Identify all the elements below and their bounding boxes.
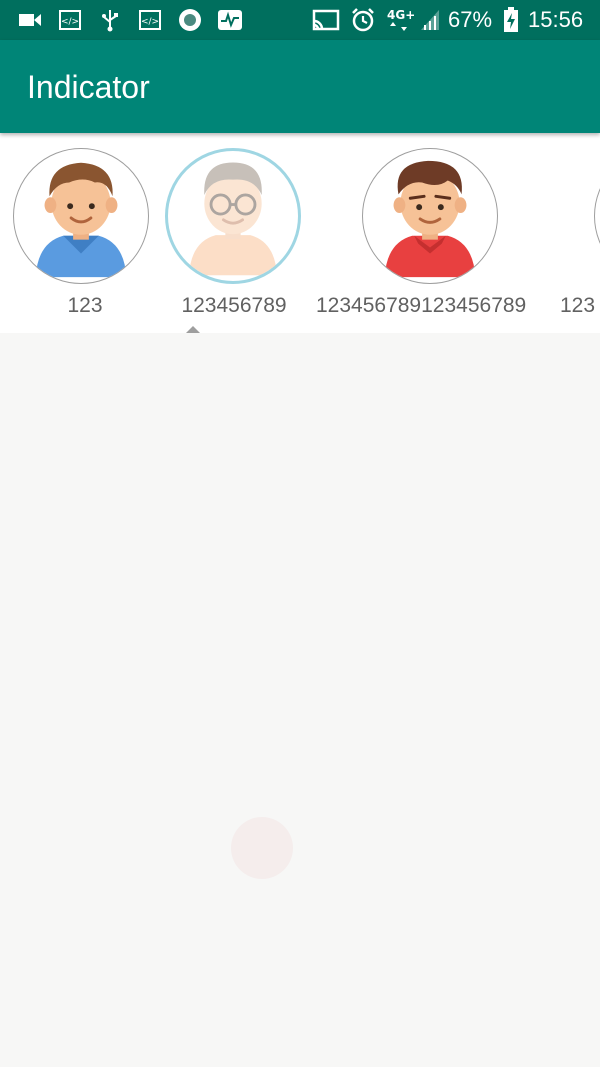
indicator-item-1[interactable]: 123456789 bbox=[164, 133, 304, 333]
code-icon: </> bbox=[58, 8, 82, 32]
battery-charging-icon bbox=[502, 7, 520, 32]
svg-text:</>: </> bbox=[141, 17, 159, 27]
alarm-icon bbox=[350, 8, 376, 32]
indicator-item-2[interactable]: 123456789123456789 bbox=[312, 133, 552, 333]
indicator-item-3[interactable]: 123 bbox=[560, 133, 600, 333]
code-icon: </> bbox=[138, 8, 162, 32]
signal-icon bbox=[420, 8, 440, 32]
avatar-selected[interactable] bbox=[165, 148, 301, 284]
usb-icon bbox=[98, 8, 122, 32]
record-icon bbox=[178, 8, 202, 32]
avatar[interactable] bbox=[594, 148, 600, 284]
cast-icon bbox=[312, 8, 340, 32]
network-label: 4G+ bbox=[387, 8, 414, 22]
boy-red-shirt-avatar-icon bbox=[384, 160, 476, 278]
avatar-label: 123 bbox=[560, 294, 596, 317]
indicator-item-0[interactable]: 123 bbox=[0, 133, 170, 333]
page-title: Indicator bbox=[27, 69, 150, 105]
svg-text:</>: </> bbox=[61, 17, 79, 27]
avatar-label: 123 bbox=[67, 294, 103, 317]
avatar-label: 123456789 bbox=[181, 294, 287, 317]
status-bar: </> </> 4G+ 67% 15:56 bbox=[0, 0, 600, 40]
selection-indicator-triangle bbox=[186, 326, 200, 333]
activity-icon bbox=[217, 8, 243, 32]
app-bar: Indicator bbox=[0, 40, 600, 133]
avatar[interactable] bbox=[13, 148, 149, 284]
avatar-label: 123456789123456789 bbox=[316, 294, 527, 317]
video-camera-icon bbox=[18, 8, 42, 32]
clock: 15:56 bbox=[528, 7, 584, 32]
network-4g-icon: 4G+ bbox=[386, 8, 414, 32]
boy-avatar-icon bbox=[35, 162, 127, 278]
avatar-indicator-strip[interactable]: 123 123456789 123456789123456789 123 bbox=[0, 133, 600, 333]
battery-percent: 67% bbox=[448, 7, 493, 32]
content-area bbox=[0, 333, 600, 1067]
avatar[interactable] bbox=[362, 148, 498, 284]
faded-floating-button bbox=[231, 817, 293, 879]
glasses-avatar-icon bbox=[189, 162, 277, 276]
